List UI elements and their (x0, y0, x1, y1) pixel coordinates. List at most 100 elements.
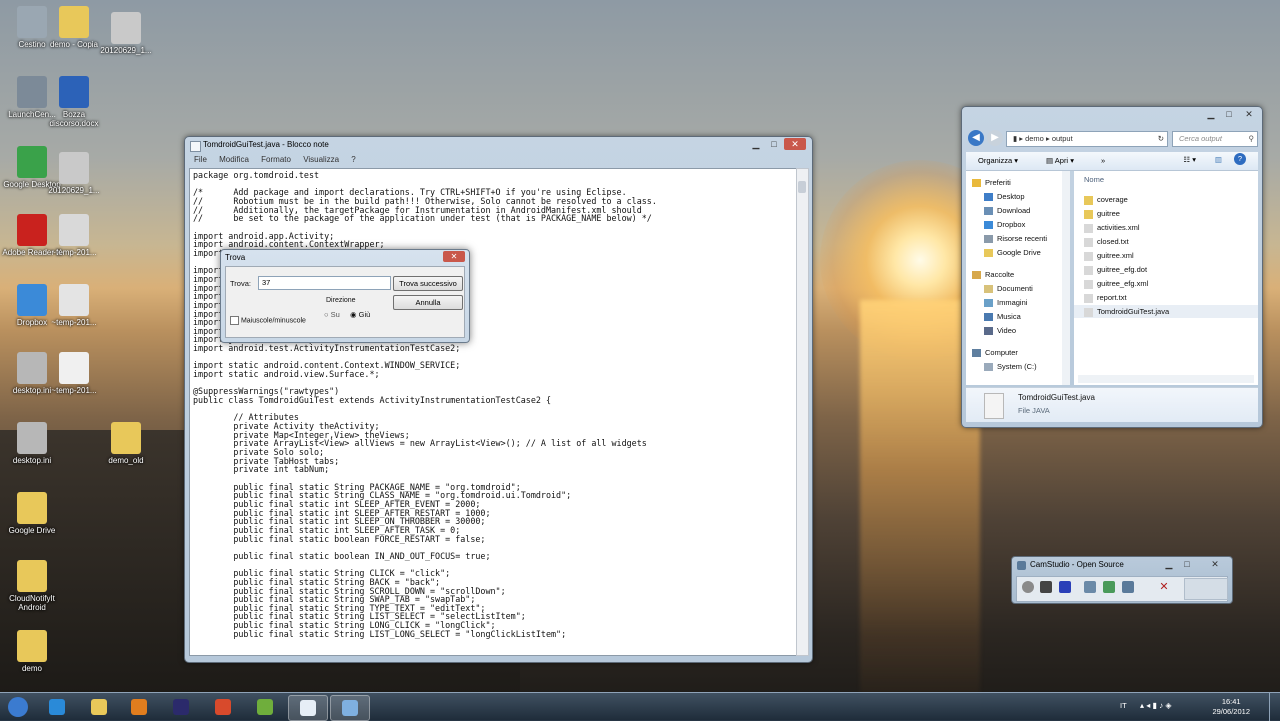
notepad-window: TomdroidGuiTest.java - Blocco note ▁ □ ✕… (184, 136, 813, 663)
desktop-icon-3[interactable]: 20120629_1... (94, 12, 158, 55)
notepad-icon[interactable] (288, 695, 328, 721)
desktop-icon-13[interactable]: ~temp-201... (42, 352, 106, 395)
nav-pictures[interactable]: Immagini (984, 297, 1027, 309)
find-input[interactable]: 37 (258, 276, 391, 290)
explorer-maximize-button[interactable]: □ (1220, 108, 1238, 120)
clock[interactable]: 16:41 29/06/2012 (1212, 697, 1250, 717)
desktop-icon-7[interactable]: 20120629_1... (42, 152, 106, 195)
breadcrumb-output[interactable]: output (1052, 134, 1073, 143)
desktop-icon-18[interactable]: demo (0, 630, 64, 673)
file-row[interactable]: guitree_efg.dot (1074, 263, 1258, 276)
nav-desktop[interactable]: Desktop (984, 191, 1025, 203)
nav-scrollbar[interactable] (1062, 171, 1070, 385)
nav-documents[interactable]: Documenti (984, 283, 1033, 295)
desktop-icon-15[interactable]: demo_old (94, 422, 158, 465)
search-box[interactable]: Cerca output ⚲ (1172, 131, 1258, 147)
notepad-close-button[interactable]: ✕ (784, 138, 806, 150)
open-menu[interactable]: ▤ Apri ▾ (1046, 156, 1074, 165)
launch-center-icon[interactable] (246, 695, 284, 719)
horizontal-scrollbar[interactable] (1078, 375, 1254, 383)
notepad-maximize-button[interactable]: □ (765, 138, 783, 150)
language-indicator[interactable]: IT (1120, 701, 1127, 710)
breadcrumb-demo[interactable]: demo (1025, 134, 1044, 143)
menu-formato[interactable]: Formato (261, 155, 291, 164)
desktop-icon-9[interactable]: ~temp-201... (42, 214, 106, 257)
nav-download[interactable]: Download (984, 205, 1030, 217)
media-player-icon[interactable] (120, 695, 158, 719)
nav-music[interactable]: Musica (984, 311, 1021, 323)
scroll-thumb[interactable] (798, 181, 806, 193)
camstudio-icon[interactable] (330, 695, 370, 721)
direction-up-radio[interactable]: ○ Su (324, 310, 340, 319)
file-row[interactable]: guitree.xml (1074, 249, 1258, 262)
find-dialog-close-button[interactable]: ✕ (443, 251, 465, 262)
view-icon[interactable]: ☷ ▾ (1183, 155, 1196, 164)
nav-dropbox[interactable]: Dropbox (984, 219, 1025, 231)
explorer-minimize-button[interactable]: ▁ (1202, 108, 1220, 120)
desktop-icon-17[interactable]: CloudNotifyIt Android (0, 560, 64, 612)
file-row[interactable]: TomdroidGuiTest.java (1074, 305, 1258, 318)
refresh-icon[interactable]: ↻ (1158, 132, 1164, 146)
explorer-folder-icon[interactable] (80, 695, 118, 719)
more-button[interactable]: » (1101, 156, 1105, 165)
column-header-name[interactable]: Nome (1084, 175, 1104, 184)
camstudio-window: CamStudio - Open Source ▁ □ ✕ ✕ (1011, 556, 1233, 604)
notepad-minimize-button[interactable]: ▁ (747, 138, 765, 150)
chrome-icon[interactable] (204, 695, 242, 719)
file-row[interactable]: closed.txt (1074, 235, 1258, 248)
settings-icon[interactable] (1122, 581, 1134, 593)
nav-google-drive[interactable]: Google Drive (984, 247, 1041, 259)
notepad-scrollbar[interactable] (796, 168, 809, 656)
eclipse-icon[interactable] (162, 695, 200, 719)
desktop-icon-14[interactable]: desktop.ini (0, 422, 64, 465)
camstudio-minimize-button[interactable]: ▁ (1160, 558, 1178, 570)
organize-menu[interactable]: Organizza ▾ (978, 156, 1018, 165)
record-button[interactable] (1022, 581, 1034, 593)
search-icon[interactable]: ⚲ (1249, 132, 1255, 146)
nav-system-c[interactable]: System (C:) (984, 361, 1037, 373)
back-icon[interactable]: ◀ (968, 130, 984, 146)
menu-modifica[interactable]: Modifica (219, 155, 249, 164)
preview-pane-icon[interactable]: ▥ (1215, 155, 1222, 164)
file-row[interactable]: coverage (1074, 193, 1258, 206)
camstudio-maximize-button[interactable]: □ (1178, 558, 1196, 570)
forward-icon[interactable]: ▶ (987, 130, 1003, 146)
match-case-checkbox[interactable]: Maiuscole/minuscole (230, 316, 306, 325)
tray-icons[interactable]: ▴ ◂ ▮ ♪ ◈ (1140, 701, 1171, 710)
nav-recent[interactable]: Risorse recenti (984, 233, 1047, 245)
file-row[interactable]: guitree_efg.xml (1074, 277, 1258, 290)
nav-video[interactable]: Video (984, 325, 1016, 337)
menu-file[interactable]: File (194, 155, 207, 164)
address-bar[interactable]: ▮ ▸ demo ▸ output ↻ (1006, 131, 1168, 147)
pause-button[interactable] (1040, 581, 1052, 593)
desktop-icon-5[interactable]: Bozza discorso.docx (42, 76, 106, 128)
explorer-close-button[interactable]: ✕ (1240, 108, 1258, 120)
annotation-icon[interactable]: ✕ (1158, 581, 1170, 593)
desktop-icon-16[interactable]: Google Drive (0, 492, 64, 535)
folder-icon: ▮ (1013, 134, 1018, 143)
show-desktop-button[interactable] (1269, 693, 1280, 721)
notepad-text-area[interactable]: package org.tomdroid.test /* Add package… (189, 168, 798, 656)
file-row[interactable]: guitree (1074, 207, 1258, 220)
desktop-icon-11[interactable]: ~temp-201... (42, 284, 106, 327)
menu-help[interactable]: ? (351, 155, 355, 164)
menu-visualizza[interactable]: Visualizza (303, 155, 339, 164)
direction-down-radio[interactable]: ◉ Giù (350, 310, 370, 319)
options-icon[interactable] (1103, 581, 1115, 593)
nav-libraries[interactable]: Raccolte (972, 269, 1014, 281)
nav-computer[interactable]: Computer (972, 347, 1018, 359)
code-text[interactable]: package org.tomdroid.test /* Add package… (193, 171, 797, 638)
find-next-button[interactable]: Trova successivo (393, 276, 463, 291)
internet-explorer-icon[interactable] (38, 695, 76, 719)
file-row[interactable]: activities.xml (1074, 221, 1258, 234)
region-icon[interactable] (1084, 581, 1096, 593)
help-icon[interactable]: ? (1234, 153, 1246, 165)
file-row[interactable]: report.txt (1074, 291, 1258, 304)
nav-favorites[interactable]: Preferiti (972, 177, 1011, 189)
file-name: report.txt (1097, 293, 1127, 302)
stop-button[interactable] (1059, 581, 1071, 593)
cancel-button[interactable]: Annulla (393, 295, 463, 310)
camstudio-close-button[interactable]: ✕ (1206, 558, 1224, 570)
eclipse-icon-glyph (173, 699, 189, 715)
start-button[interactable] (0, 695, 38, 719)
